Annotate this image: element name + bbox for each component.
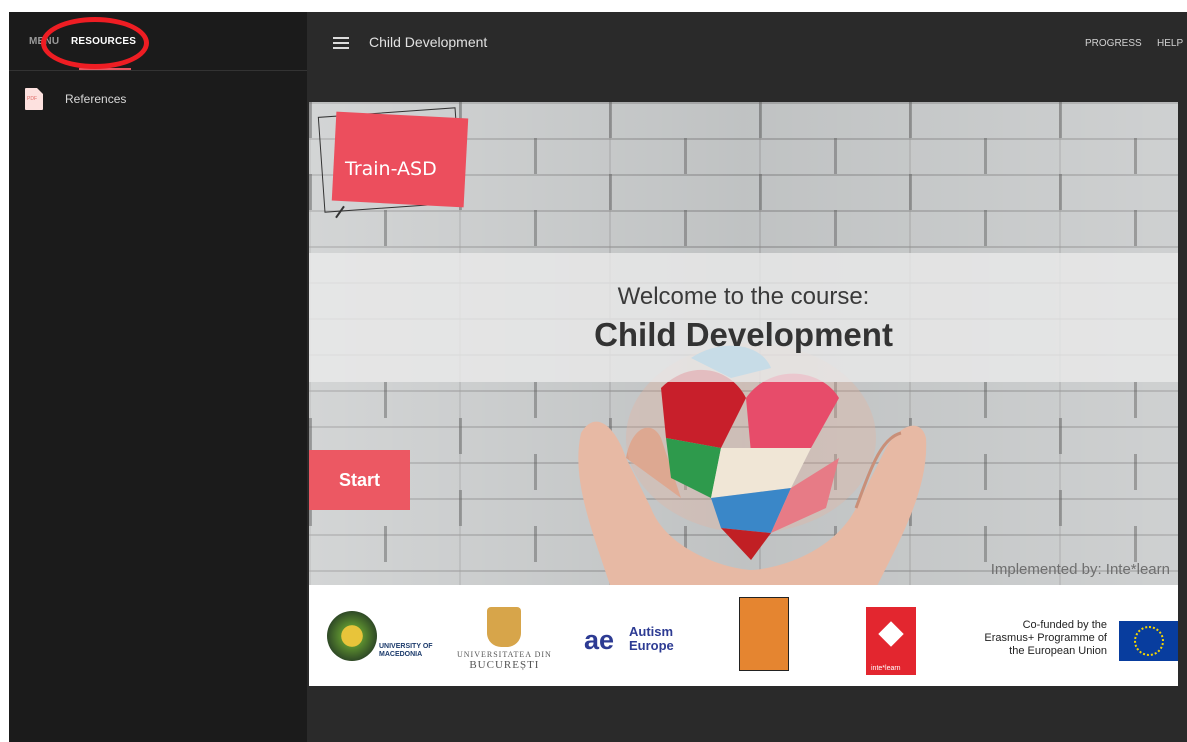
pecca-logo-icon — [739, 597, 789, 671]
autism-europe-text: Autism Europe — [629, 625, 674, 653]
ae-line2: Europe — [629, 638, 674, 653]
erasmus-cofunded-text: Co-funded by the Erasmus+ Programme of t… — [984, 619, 1107, 657]
course-title: Child Development — [369, 34, 488, 50]
implemented-by-text: Implemented by: Inte*learn — [990, 561, 1170, 578]
eu-stars-icon — [1134, 626, 1164, 656]
top-bar: Child Development PROGRESS HELP — [307, 12, 1187, 70]
university-of-bucharest-text: UNIVERSITATEA DIN BUCUREȘTI — [457, 649, 552, 671]
university-of-bucharest-crest-icon — [487, 607, 521, 647]
logo-text: Train-ASD — [345, 158, 437, 180]
sidebar-tabs: MENU RESOURCES — [9, 12, 307, 71]
course-heading: Child Development — [594, 316, 893, 353]
partner-logos-strip: UNIVERSITY OF MACEDONIA UNIVERSITATEA DI… — [309, 585, 1178, 686]
ub-line2: BUCUREȘTI — [469, 659, 540, 671]
ae-line1: Autism — [629, 624, 674, 639]
intelearn-text: inte*learn — [871, 665, 901, 672]
hero-image: Train-ASD Welcome to the course: Child D… — [309, 102, 1178, 585]
hamburger-menu-icon[interactable] — [333, 37, 349, 52]
start-button[interactable]: Start — [309, 450, 410, 510]
welcome-text: Welcome to the course: — [617, 283, 870, 310]
pdf-file-icon: PDF — [25, 88, 43, 110]
progress-link[interactable]: PROGRESS — [1085, 38, 1142, 49]
annotation-circle — [41, 17, 149, 69]
sidebar-item-references[interactable]: PDF References — [25, 88, 126, 110]
pdf-icon-label: PDF — [27, 96, 37, 102]
help-link[interactable]: HELP — [1157, 38, 1183, 49]
university-of-macedonia-text: UNIVERSITY OF MACEDONIA — [379, 643, 433, 658]
sidebar: MENU RESOURCES PDF References — [9, 12, 307, 742]
sidebar-item-label: References — [65, 92, 127, 106]
autism-europe-logo-mark: ae — [584, 625, 615, 655]
university-of-macedonia-seal-icon — [327, 611, 377, 661]
